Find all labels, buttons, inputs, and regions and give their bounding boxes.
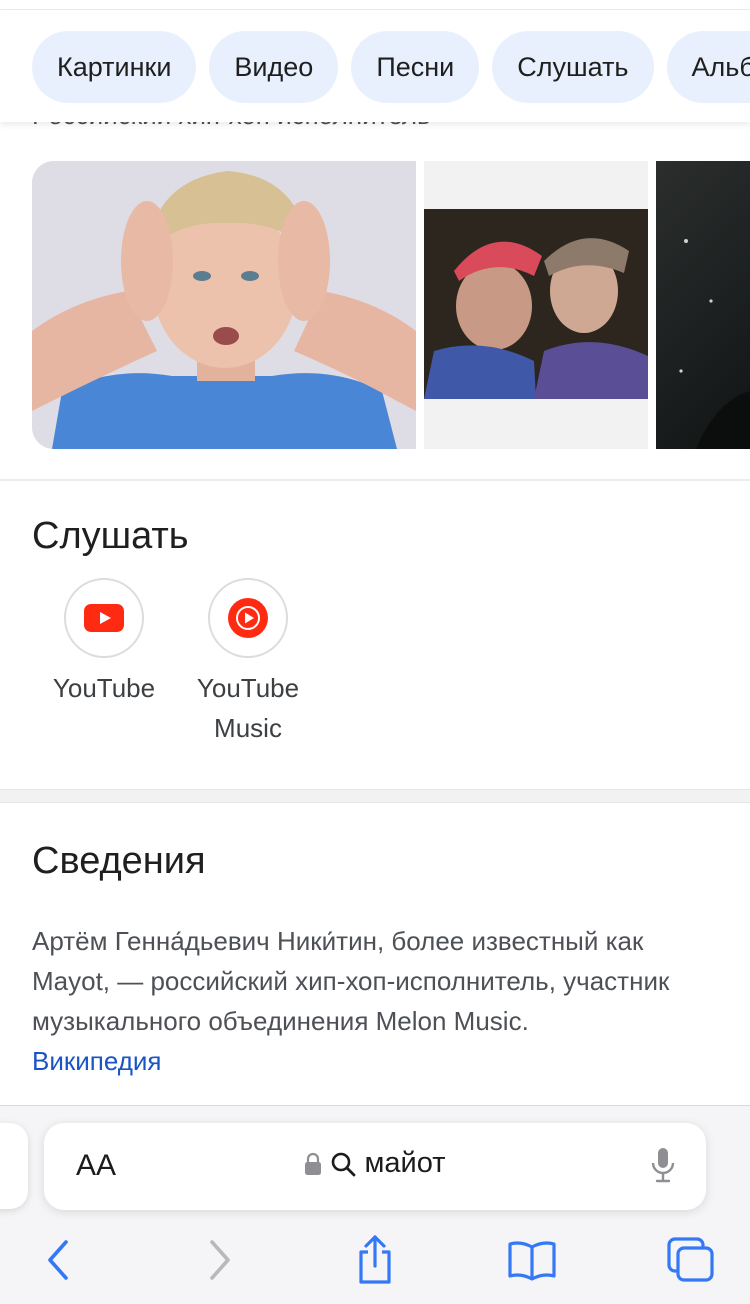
chip-listen[interactable]: Слушать <box>492 31 654 103</box>
artist-photo-3[interactable] <box>656 161 750 449</box>
filter-chips-bar: Картинки Видео Песни Слушать Альбомы <box>0 10 750 122</box>
search-icon <box>332 1152 356 1176</box>
section-divider <box>0 479 750 481</box>
forward-chevron-icon <box>210 1240 230 1280</box>
service-youtube[interactable]: YouTube <box>30 578 178 708</box>
service-youtube-music-label: YouTube Music <box>196 673 300 743</box>
youtube-music-icon-circle <box>208 578 288 658</box>
share-button[interactable] <box>347 1234 403 1286</box>
microphone-icon[interactable] <box>650 1147 676 1190</box>
previous-tab-peek[interactable] <box>0 1123 28 1209</box>
forward-button[interactable] <box>192 1234 248 1286</box>
share-icon <box>359 1235 391 1284</box>
service-youtube-music[interactable]: YouTube Music <box>186 578 310 748</box>
chip-video[interactable]: Видео <box>209 31 339 103</box>
about-text: Артём Генна́дьевич Ники́тин, более извес… <box>32 926 670 1036</box>
status-bar <box>0 0 750 10</box>
microphone-glyph <box>651 1148 675 1183</box>
page: Картинки Видео Песни Слушать Альбомы Рос… <box>0 0 750 1304</box>
book-icon <box>508 1241 556 1281</box>
back-button[interactable] <box>30 1234 86 1286</box>
lock-icon <box>305 1152 322 1175</box>
artist-photo-2[interactable] <box>424 161 648 449</box>
youtube-music-icon <box>228 598 268 638</box>
youtube-icon-circle <box>64 578 144 658</box>
chip-images[interactable]: Картинки <box>32 31 197 103</box>
address-bar[interactable]: AA майот <box>44 1123 706 1210</box>
service-youtube-label: YouTube <box>52 673 156 703</box>
tabs-button[interactable] <box>662 1234 718 1286</box>
artist-photo-2-image <box>424 161 648 449</box>
artist-photo-3-image <box>679 239 750 449</box>
chip-albums[interactable]: Альбомы <box>666 31 750 103</box>
chip-songs[interactable]: Песни <box>351 31 480 103</box>
youtube-icon <box>84 604 124 632</box>
address-text: майот <box>364 1147 446 1179</box>
filter-chips: Картинки Видео Песни Слушать Альбомы <box>32 31 750 103</box>
address-center: майот <box>44 1147 706 1180</box>
artist-photo-1-image <box>32 161 416 449</box>
listen-section-title: Слушать <box>32 515 189 557</box>
about-description: Артём Генна́дьевич Ники́тин, более извес… <box>32 921 722 1081</box>
bookmarks-button[interactable] <box>504 1234 560 1286</box>
artist-photo-1[interactable] <box>32 161 416 449</box>
wikipedia-link[interactable]: Википедия <box>32 1046 162 1076</box>
section-separator <box>0 789 750 803</box>
tabs-icon <box>667 1237 714 1282</box>
back-chevron-icon <box>48 1240 68 1280</box>
about-section-title: Сведения <box>32 840 206 882</box>
